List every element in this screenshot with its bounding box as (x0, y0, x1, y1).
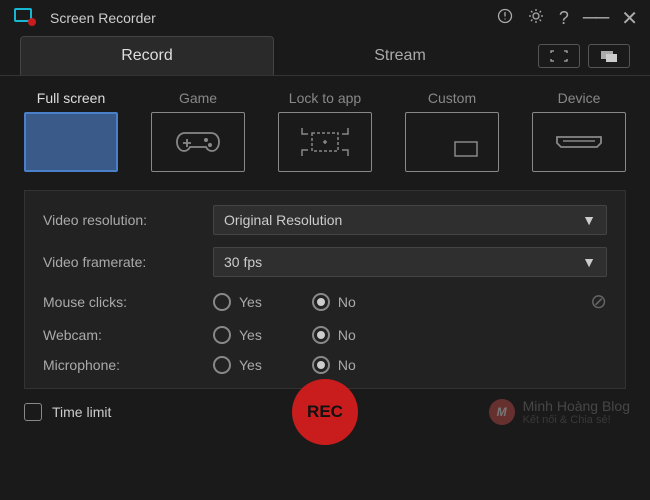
mic-no-radio[interactable]: No (312, 356, 356, 374)
watermark-subtitle: Kết nối & Chia sẻ! (523, 414, 630, 426)
mode-label: Lock to app (278, 90, 372, 106)
resolution-label: Video resolution: (43, 212, 213, 228)
mic-yes-radio[interactable]: Yes (213, 356, 262, 374)
watermark-title: Minh Hoàng Blog (523, 398, 630, 414)
tab-record[interactable]: Record (20, 36, 274, 75)
title-bar: Screen Recorder ? ── ✕ (0, 0, 650, 36)
webcam-no-radio[interactable]: No (312, 326, 356, 344)
webcam-label: Webcam: (43, 327, 213, 343)
hdmi-icon (532, 112, 626, 172)
mode-label: Custom (405, 90, 499, 106)
lock-to-app-icon (278, 112, 372, 172)
title-actions: ? ── ✕ (497, 6, 638, 31)
full-screen-icon (24, 112, 118, 172)
time-limit-label: Time limit (52, 404, 111, 420)
settings-icon[interactable] (527, 7, 545, 30)
webcam-yes-radio[interactable]: Yes (213, 326, 262, 344)
mode-label: Game (151, 90, 245, 106)
watermark-logo-icon: M (489, 399, 515, 425)
chevron-down-icon: ▼ (582, 212, 596, 228)
settings-panel: Video resolution: Original Resolution ▼ … (24, 190, 626, 389)
resolution-select[interactable]: Original Resolution ▼ (213, 205, 607, 235)
mode-full-screen[interactable]: Full screen (24, 90, 118, 172)
mouse-yes-radio[interactable]: Yes (213, 293, 262, 311)
framerate-label: Video framerate: (43, 254, 213, 270)
capture-modes: Full screen Game Lock to app Custom Devi… (0, 76, 650, 182)
fullscreen-toggle-icon[interactable] (538, 44, 580, 68)
tab-right-actions (526, 44, 630, 68)
app-title: Screen Recorder (50, 10, 497, 26)
custom-region-icon (405, 112, 499, 172)
mode-game[interactable]: Game (151, 90, 245, 172)
record-button[interactable]: REC (292, 379, 358, 445)
mode-label: Device (532, 90, 626, 106)
disabled-icon: ⊘ (590, 289, 607, 314)
overlay-toggle-icon[interactable] (588, 44, 630, 68)
minimize-icon[interactable]: ── (583, 7, 607, 30)
framerate-select[interactable]: 30 fps ▼ (213, 247, 607, 277)
help-icon[interactable]: ? (559, 8, 569, 29)
mode-lock-to-app[interactable]: Lock to app (278, 90, 372, 172)
mouse-no-radio[interactable]: No (312, 293, 356, 311)
tab-bar: Record Stream (0, 36, 650, 76)
notifications-icon[interactable] (497, 8, 513, 29)
watermark: M Minh Hoàng Blog Kết nối & Chia sẻ! (489, 398, 630, 426)
microphone-label: Microphone: (43, 357, 213, 373)
mode-device[interactable]: Device (532, 90, 626, 172)
resolution-value: Original Resolution (224, 212, 342, 228)
time-limit-checkbox[interactable] (24, 403, 42, 421)
chevron-down-icon: ▼ (582, 254, 596, 270)
mode-custom[interactable]: Custom (405, 90, 499, 172)
gamepad-icon (151, 112, 245, 172)
close-icon[interactable]: ✕ (621, 6, 638, 31)
framerate-value: 30 fps (224, 254, 262, 270)
app-logo-icon (12, 7, 40, 29)
mode-label: Full screen (24, 90, 118, 106)
tab-stream[interactable]: Stream (274, 36, 526, 75)
footer: Time limit REC M Minh Hoàng Blog Kết nối… (0, 389, 650, 435)
mouse-clicks-label: Mouse clicks: (43, 294, 213, 310)
